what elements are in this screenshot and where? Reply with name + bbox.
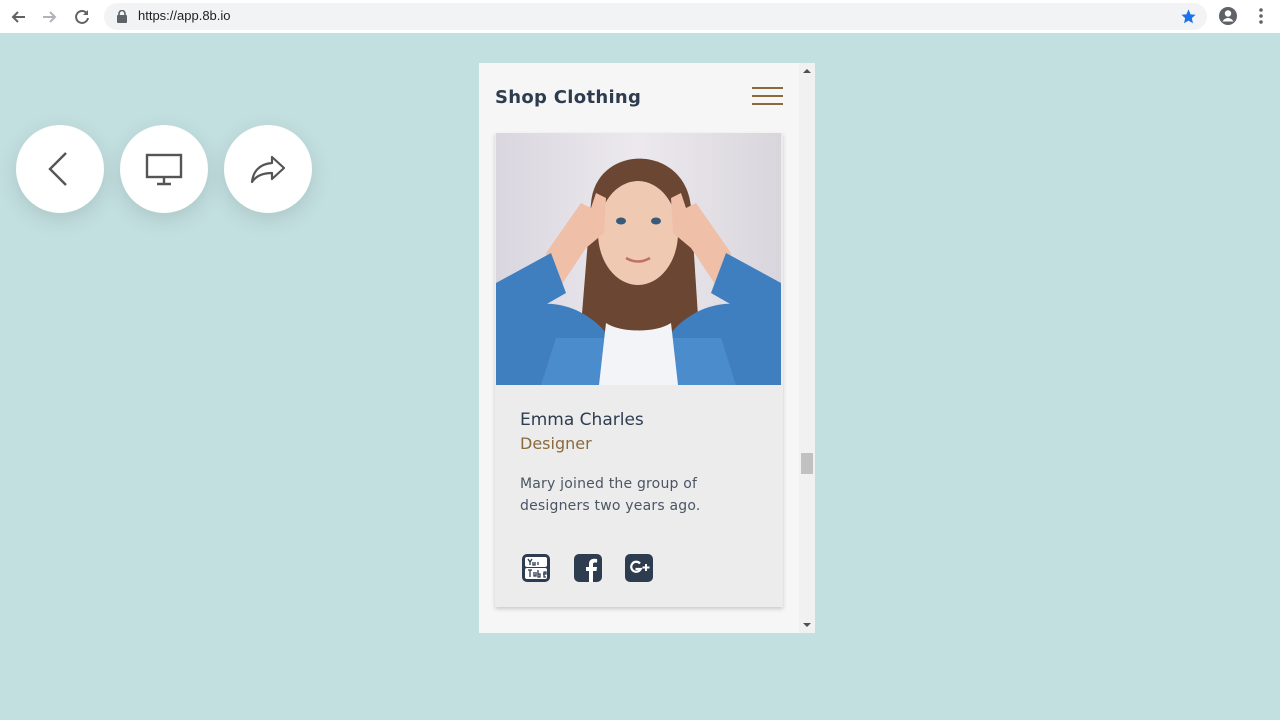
scrollbar[interactable] [799,63,815,633]
person-role: Designer [520,434,592,453]
browser-toolbar: https://app.8b.io [0,0,1280,34]
hamburger-line [752,95,783,97]
profile-icon[interactable] [1218,6,1238,26]
profile-photo [496,133,781,385]
back-icon [48,152,67,186]
person-bio: Mary joined the group of designers two y… [520,476,701,514]
facebook-link[interactable] [573,553,603,583]
google-plus-link[interactable] [624,553,654,583]
google-plus-icon [625,554,653,582]
lock-icon [117,10,127,23]
app-title: Shop Clothing [495,87,642,108]
browser-reload-button[interactable] [70,5,94,29]
arrow-right-icon [43,11,57,23]
profile-card: Emma Charles Designer Mary joined the gr… [495,133,783,607]
mobile-preview: Shop Clothing Emma Charles Designer Mary… [479,63,815,633]
desktop-icon [145,153,183,186]
url-text[interactable]: https://app.8b.io [138,8,231,23]
share-icon [250,155,286,184]
app-header: Shop Clothing [479,63,799,133]
desktop-view-button[interactable] [120,125,208,213]
scroll-down-arrow-icon[interactable] [803,621,811,629]
bookmark-star-icon[interactable] [1180,8,1197,25]
browser-back-button[interactable] [6,5,30,29]
youtube-icon [522,554,550,582]
person-name: Emma Charles [520,410,644,430]
scroll-up-arrow-icon[interactable] [803,67,811,75]
address-bar[interactable]: https://app.8b.io [104,3,1207,30]
reload-icon [75,9,89,24]
browser-forward-button[interactable] [38,5,62,29]
facebook-icon [574,554,602,582]
share-button[interactable] [224,125,312,213]
back-button[interactable] [16,125,104,213]
arrow-left-icon [11,11,25,23]
hamburger-menu-button[interactable] [752,87,784,107]
browser-menu-icon[interactable] [1251,6,1271,26]
hamburger-line [752,87,783,89]
scrollbar-thumb[interactable] [801,453,813,474]
hamburger-line [752,103,783,105]
youtube-link[interactable] [521,553,551,583]
